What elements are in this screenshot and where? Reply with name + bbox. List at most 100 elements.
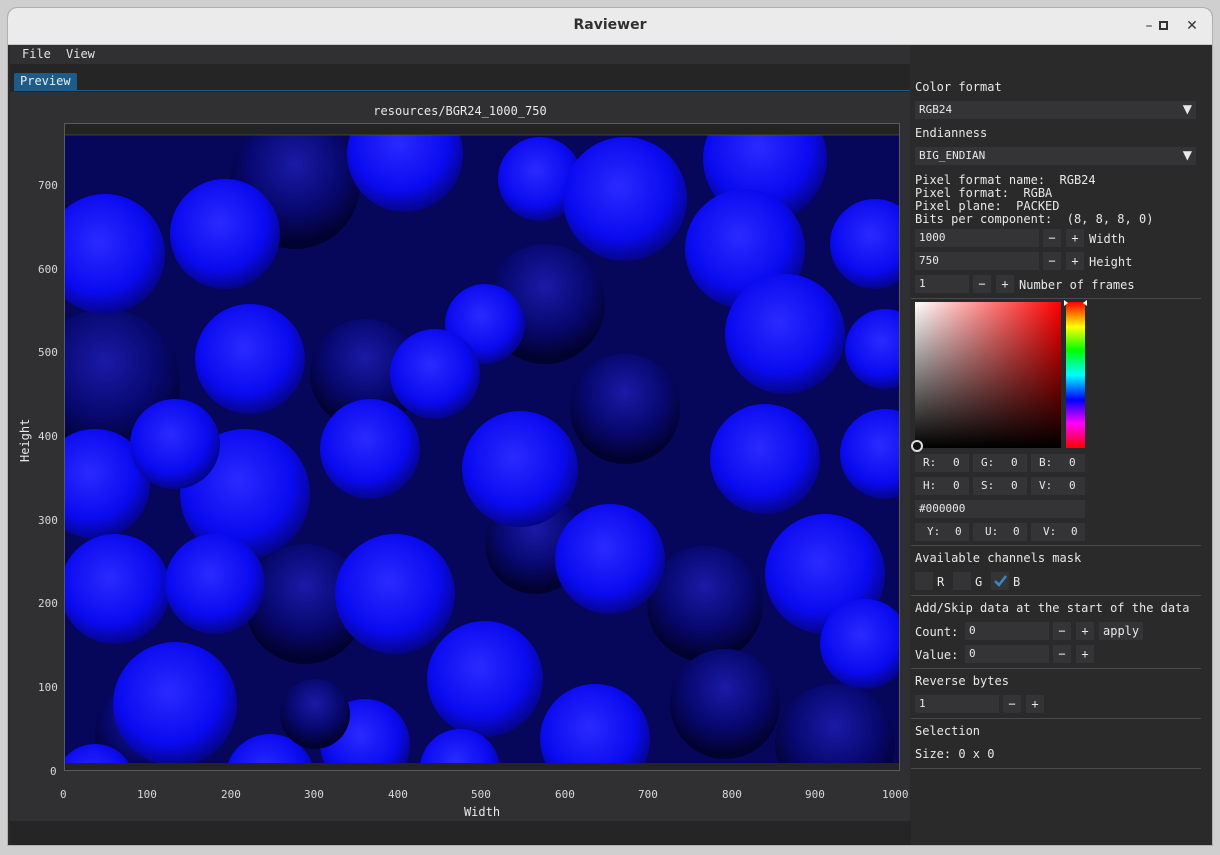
maximize-icon[interactable] — [1147, 16, 1169, 36]
value-decrement-button[interactable]: − — [1053, 645, 1071, 663]
divider — [911, 718, 1201, 719]
reverse-bytes-input[interactable]: 1 — [915, 695, 999, 713]
settings-panel: Color format RGB24 ▼ Endianness BIG_ENDI… — [911, 45, 1212, 845]
width-label: Width — [1089, 232, 1126, 246]
hex-input[interactable]: #000000 — [915, 500, 1085, 518]
height-decrement-button[interactable]: − — [1043, 252, 1061, 270]
plot-title: resources/BGR24_1000_750 — [373, 104, 547, 118]
height-increment-button[interactable]: + — [1066, 252, 1084, 270]
divider — [911, 668, 1201, 669]
x-tick-label: 900 — [805, 788, 825, 801]
frames-decrement-button[interactable]: − — [973, 275, 991, 293]
channels-mask-label: Available channels mask — [915, 551, 1082, 565]
frames-increment-button[interactable]: + — [996, 275, 1014, 293]
value-input-field[interactable]: 0 — [965, 645, 1049, 663]
x-tick-label: 200 — [221, 788, 241, 801]
width-input[interactable]: 1000 — [915, 229, 1039, 247]
reverse-increment-button[interactable]: + — [1026, 695, 1044, 713]
y-axis-label: Height — [18, 418, 32, 462]
tab-strip: Preview — [10, 64, 910, 92]
window-title: Raviewer — [573, 17, 647, 33]
red-input[interactable]: R: 0 — [915, 454, 969, 472]
blue-input[interactable]: B: 0 — [1031, 454, 1085, 472]
x-axis-label: Width — [463, 805, 501, 819]
app-window: Raviewer – ✕ File View Preview resources… — [8, 8, 1212, 845]
selection-size: Size: 0 x 0 — [915, 747, 995, 761]
channel-g-label: G — [975, 575, 983, 589]
y-tick-label: 0 — [50, 765, 57, 778]
u-input[interactable]: U: 0 — [973, 523, 1027, 541]
x-tick-label: 0 — [60, 788, 67, 801]
saturation-input[interactable]: S: 0 — [973, 477, 1027, 495]
y-tick-label: 500 — [38, 346, 58, 359]
v-input[interactable]: V: 0 — [1031, 523, 1085, 541]
count-input[interactable]: 0 — [965, 622, 1049, 640]
close-icon[interactable]: ✕ — [1181, 16, 1203, 36]
divider — [911, 768, 1201, 769]
menu-file[interactable]: File — [22, 47, 51, 61]
menu-bar: File View — [10, 45, 910, 64]
x-tick-label: 300 — [304, 788, 324, 801]
reverse-bytes-label: Reverse bytes — [915, 674, 1009, 688]
width-increment-button[interactable]: + — [1066, 229, 1084, 247]
frames-label: Number of frames — [1019, 278, 1135, 292]
plot-frame[interactable] — [64, 123, 900, 771]
tab-underline — [14, 90, 910, 91]
divider — [911, 298, 1201, 299]
y-tick-label: 700 — [38, 179, 58, 192]
hue-marker-icon — [1064, 300, 1068, 306]
x-tick-label: 800 — [722, 788, 742, 801]
x-tick-label: 500 — [471, 788, 491, 801]
channel-r-checkbox[interactable] — [915, 572, 933, 590]
width-decrement-button[interactable]: − — [1043, 229, 1061, 247]
channel-b-label: B — [1013, 575, 1021, 589]
add-skip-label: Add/Skip data at the start of the data — [915, 601, 1190, 615]
color-format-label: Color format — [915, 80, 1002, 94]
y-tick-label: 200 — [38, 597, 58, 610]
y-input[interactable]: Y: 0 — [915, 523, 969, 541]
value-increment-button[interactable]: + — [1076, 645, 1094, 663]
hue-slider[interactable] — [1066, 302, 1085, 448]
value-input[interactable]: V: 0 — [1031, 477, 1085, 495]
divider — [911, 545, 1201, 546]
x-tick-label: 1000 — [882, 788, 909, 801]
menu-view[interactable]: View — [66, 47, 95, 61]
count-label: Count: — [915, 625, 959, 639]
endianness-select[interactable]: BIG_ENDIAN ▼ — [915, 147, 1196, 165]
x-tick-label: 700 — [638, 788, 658, 801]
tab-preview[interactable]: Preview — [14, 73, 77, 90]
color-format-select[interactable]: RGB24 ▼ — [915, 101, 1196, 119]
channel-b-checkbox[interactable] — [991, 572, 1009, 590]
picker-handle[interactable] — [911, 440, 923, 452]
selection-label: Selection — [915, 724, 981, 738]
saturation-value-picker[interactable] — [915, 302, 1061, 448]
height-input[interactable]: 750 — [915, 252, 1039, 270]
value-label: Value: — [915, 648, 959, 662]
hue-input[interactable]: H: 0 — [915, 477, 969, 495]
reverse-decrement-button[interactable]: − — [1003, 695, 1021, 713]
y-tick-label: 100 — [38, 681, 58, 694]
bits-per-component: Bits per component: (8, 8, 8, 0) — [915, 212, 1154, 226]
channel-g-checkbox[interactable] — [953, 572, 971, 590]
image-preview[interactable] — [65, 124, 899, 770]
y-tick-label: 600 — [38, 263, 58, 276]
pixel-plane: Pixel plane: PACKED — [915, 199, 1060, 213]
apply-button[interactable]: apply — [1099, 622, 1144, 640]
plot-area: resources/BGR24_1000_750 0 100 200 300 4… — [10, 92, 910, 821]
height-label: Height — [1089, 255, 1133, 269]
endianness-label: Endianness — [915, 126, 988, 140]
green-input[interactable]: G: 0 — [973, 454, 1027, 472]
pixel-format-name: Pixel format name: RGB24 — [915, 173, 1096, 187]
x-tick-label: 100 — [137, 788, 157, 801]
pixel-format: Pixel format: RGBA — [915, 186, 1053, 200]
caret-down-icon: ▼ — [1182, 148, 1192, 162]
count-decrement-button[interactable]: − — [1053, 622, 1071, 640]
caret-down-icon: ▼ — [1182, 102, 1192, 116]
x-tick-label: 600 — [555, 788, 575, 801]
count-increment-button[interactable]: + — [1076, 622, 1094, 640]
frames-input[interactable]: 1 — [915, 275, 969, 293]
title-bar: Raviewer – ✕ — [8, 8, 1212, 45]
hue-marker-icon — [1083, 300, 1087, 306]
endianness-value: BIG_ENDIAN — [919, 149, 986, 162]
y-tick-label: 300 — [38, 514, 58, 527]
